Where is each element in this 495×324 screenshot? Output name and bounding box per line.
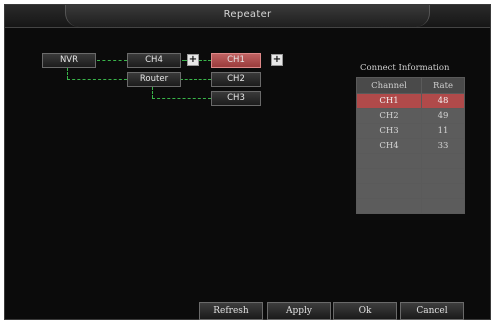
node-ch3[interactable]: CH3 [211,91,261,106]
window-title: Repeater [223,9,272,20]
repeater-window: Repeater NVR CH4 + CH1 + Router CH2 CH3 … [4,4,491,320]
link-nvr-router [67,79,127,80]
channel-cell [356,153,422,169]
rate-cell [421,183,465,199]
channel-cell: CH4 [356,138,422,154]
column-header-rate: Rate [421,77,465,94]
table-row[interactable]: CH2 49 [356,108,465,124]
rate-cell [421,198,465,214]
connect-info-table: Channel Rate CH1 48 CH2 49 CH3 11 CH4 33 [356,77,465,214]
title-bar: Repeater [5,5,490,28]
apply-button[interactable]: Apply [267,302,331,320]
column-header-channel: Channel [356,77,422,94]
expand-ch1-button[interactable]: + [271,54,283,66]
link-nvr-down [67,68,68,79]
channel-cell: CH2 [356,108,422,124]
rate-cell [421,153,465,169]
refresh-button[interactable]: Refresh [199,302,263,320]
link-plus-ch1 [199,60,211,61]
table-header-row: Channel Rate [356,77,465,94]
node-ch2[interactable]: CH2 [211,72,261,87]
table-row[interactable] [356,198,465,214]
rate-cell: 33 [421,138,465,154]
channel-cell [356,168,422,184]
table-row[interactable]: CH3 11 [356,123,465,139]
channel-cell [356,183,422,199]
table-row[interactable] [356,153,465,169]
node-ch4[interactable]: CH4 [127,53,181,68]
table-row[interactable] [356,168,465,184]
node-ch1[interactable]: CH1 [211,53,261,68]
channel-cell: CH3 [356,123,422,139]
link-router-ch3 [152,98,211,99]
expand-ch4-button[interactable]: + [187,54,199,66]
rate-cell [421,168,465,184]
table-row[interactable] [356,183,465,199]
node-nvr[interactable]: NVR [42,53,96,68]
rate-cell: 48 [421,93,465,109]
table-row[interactable]: CH4 33 [356,138,465,154]
node-router[interactable]: Router [127,72,181,87]
table-row[interactable]: CH1 48 [356,93,465,109]
ok-button[interactable]: Ok [333,302,397,320]
link-router-down [152,87,153,98]
link-router-ch2 [180,79,211,80]
rate-cell: 49 [421,108,465,124]
rate-cell: 11 [421,123,465,139]
channel-cell [356,198,422,214]
connect-info-title: Connect Information [360,63,450,73]
channel-cell: CH1 [356,93,422,109]
cancel-button[interactable]: Cancel [400,302,464,320]
link-nvr-ch4 [97,60,127,61]
